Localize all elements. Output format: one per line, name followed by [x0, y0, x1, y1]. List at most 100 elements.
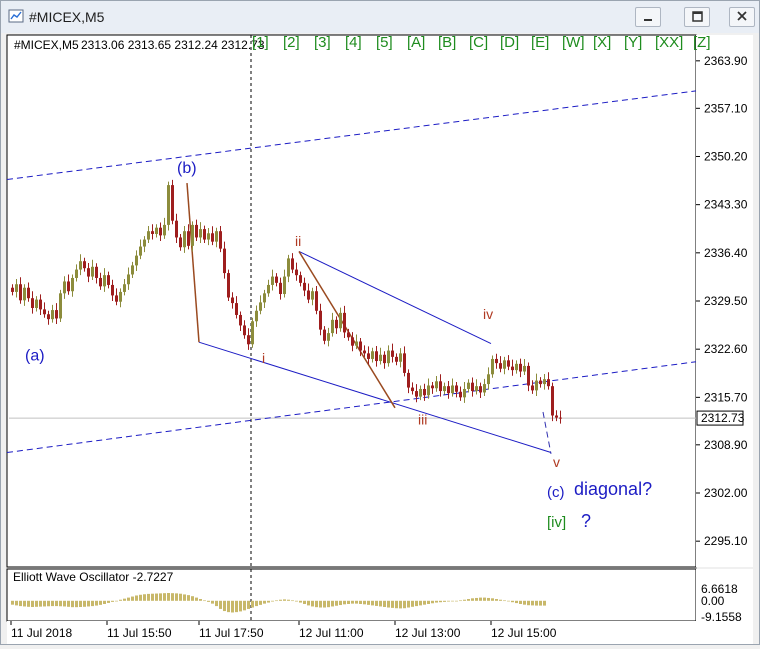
oscillator-bar [239, 600, 242, 612]
oscillator-bar [263, 600, 266, 604]
oscillator-bar [503, 600, 506, 602]
minimize-button[interactable] [635, 7, 661, 27]
oscillator-bar [319, 600, 322, 608]
wave-label-button[interactable]: [Z] [693, 34, 711, 51]
chart-area[interactable]: 6.6618 0.00 -9.1558 2363.90 2357.10 2350.20 2… [1, 33, 759, 644]
oscillator-bar [67, 600, 70, 607]
oscillator-bar [423, 600, 426, 605]
oscillator-bar [63, 600, 66, 607]
oscillator-bar [303, 600, 306, 604]
oscillator-bar [175, 593, 178, 601]
price-tick-label: 2295.10 [704, 534, 748, 548]
oscillator-bar [267, 600, 270, 603]
wave-label-button[interactable]: [E] [531, 34, 549, 51]
chart-ohlc: 2313.06 2313.65 2312.24 2312.73 [81, 38, 265, 52]
oscillator-label: Elliott Wave Oscillator -2.7227 [13, 570, 174, 584]
wave-label-button[interactable]: [W] [562, 34, 585, 51]
oscillator-bar [531, 600, 534, 606]
oscillator-bar [479, 597, 482, 601]
wave-label-button[interactable]: [A] [407, 34, 425, 51]
wave-label-toolbar[interactable]: [1] [2] [3] [4] [5] [A] [B] [C] [D] [E] [W] [X] [Y] [… [252, 34, 711, 51]
oscillator-bar [139, 594, 142, 601]
oscillator-bar [439, 600, 442, 603]
oscillator-bar [359, 600, 362, 604]
oscillator-bar [335, 600, 338, 606]
oscillator-bar [23, 600, 26, 607]
price-tick-label: 2329.50 [704, 294, 748, 308]
oscillator-bar [391, 600, 394, 608]
oscillator-bar [59, 600, 62, 607]
oscillator-bar [243, 600, 246, 611]
wave-annotation: ? [581, 511, 591, 531]
oscillator-bar [443, 600, 446, 602]
oscillator-bar [79, 600, 82, 607]
oscillator-bar [219, 600, 222, 609]
oscillator-bar [223, 600, 226, 612]
oscillator-bar [455, 600, 458, 602]
candle [251, 317, 254, 348]
chart-symbol: #MICEX,M5 [14, 38, 79, 52]
oscillator-bar [279, 599, 282, 601]
oscillator-bar [203, 600, 206, 602]
oscillator-bar [151, 593, 154, 601]
wave-label-button[interactable]: [XX] [655, 34, 683, 51]
oscillator-tick-label: -9.1558 [701, 610, 742, 624]
close-button[interactable] [729, 7, 755, 27]
oscillator-bar [291, 600, 294, 602]
wave-label-button[interactable]: [X] [593, 34, 611, 51]
wave-annotation: [iv] [547, 514, 566, 531]
oscillator-bar [471, 598, 474, 601]
price-tick-label: 2357.10 [704, 101, 748, 115]
oscillator-bar [275, 600, 278, 602]
oscillator-bar [311, 600, 314, 607]
wave-annotation: ii [295, 233, 301, 249]
wave-label-button[interactable]: [B] [438, 34, 456, 51]
wave-label-button[interactable]: [5] [376, 34, 393, 51]
oscillator-bar [251, 600, 254, 608]
wave-label-button[interactable]: [C] [469, 34, 488, 51]
wave-label-button[interactable]: [4] [345, 34, 362, 51]
oscillator-bar [147, 593, 150, 601]
price-tick-label: 2302.00 [704, 486, 748, 500]
title-bar[interactable]: #MICEX,M5 [1, 1, 759, 33]
oscillator-bar [235, 600, 238, 613]
window-title: #MICEX,M5 [29, 9, 105, 25]
oscillator-bar [199, 599, 202, 601]
oscillator-bar [207, 600, 210, 602]
oscillator-bar [515, 600, 518, 604]
oscillator-bar [35, 600, 38, 607]
oscillator-bar [395, 600, 398, 609]
price-chart[interactable]: 6.66180.00-9.1558 2363.902357.102350.202… [1, 33, 759, 644]
oscillator-bar [427, 600, 430, 604]
oscillator-bar [107, 600, 110, 603]
oscillator-bar [307, 600, 310, 606]
oscillator-bar [363, 600, 366, 605]
wave-annotation: (c) [547, 484, 565, 501]
oscillator-bar [399, 600, 402, 609]
wave-label-button[interactable]: [1] [252, 34, 269, 51]
oscillator-bar [11, 600, 14, 605]
oscillator-bar [327, 600, 330, 608]
oscillator-bar [351, 600, 354, 604]
time-tick-label: 11 Jul 2018 [11, 626, 72, 640]
oscillator-bar [43, 600, 46, 607]
oscillator-bar [231, 600, 234, 613]
oscillator-bar [367, 600, 370, 605]
wave-label-button[interactable]: [Y] [624, 34, 642, 51]
oscillator-bar [511, 600, 514, 603]
oscillator-bar [15, 600, 18, 606]
wave-label-button[interactable]: [D] [500, 34, 519, 51]
time-tick-label: 12 Jul 11:00 [299, 626, 364, 640]
wave-annotation: i [262, 350, 265, 366]
wave-label-button[interactable]: [2] [283, 34, 300, 51]
wave-annotation: iv [483, 306, 493, 322]
maximize-button[interactable] [684, 7, 710, 27]
oscillator-bar [179, 593, 182, 601]
oscillator-bar [543, 600, 546, 606]
oscillator-bar [539, 600, 542, 606]
oscillator-bar [115, 600, 118, 602]
oscillator-bar [259, 600, 262, 605]
oscillator-bar [135, 595, 138, 601]
wave-label-button[interactable]: [3] [314, 34, 331, 51]
oscillator-bar [75, 600, 78, 608]
